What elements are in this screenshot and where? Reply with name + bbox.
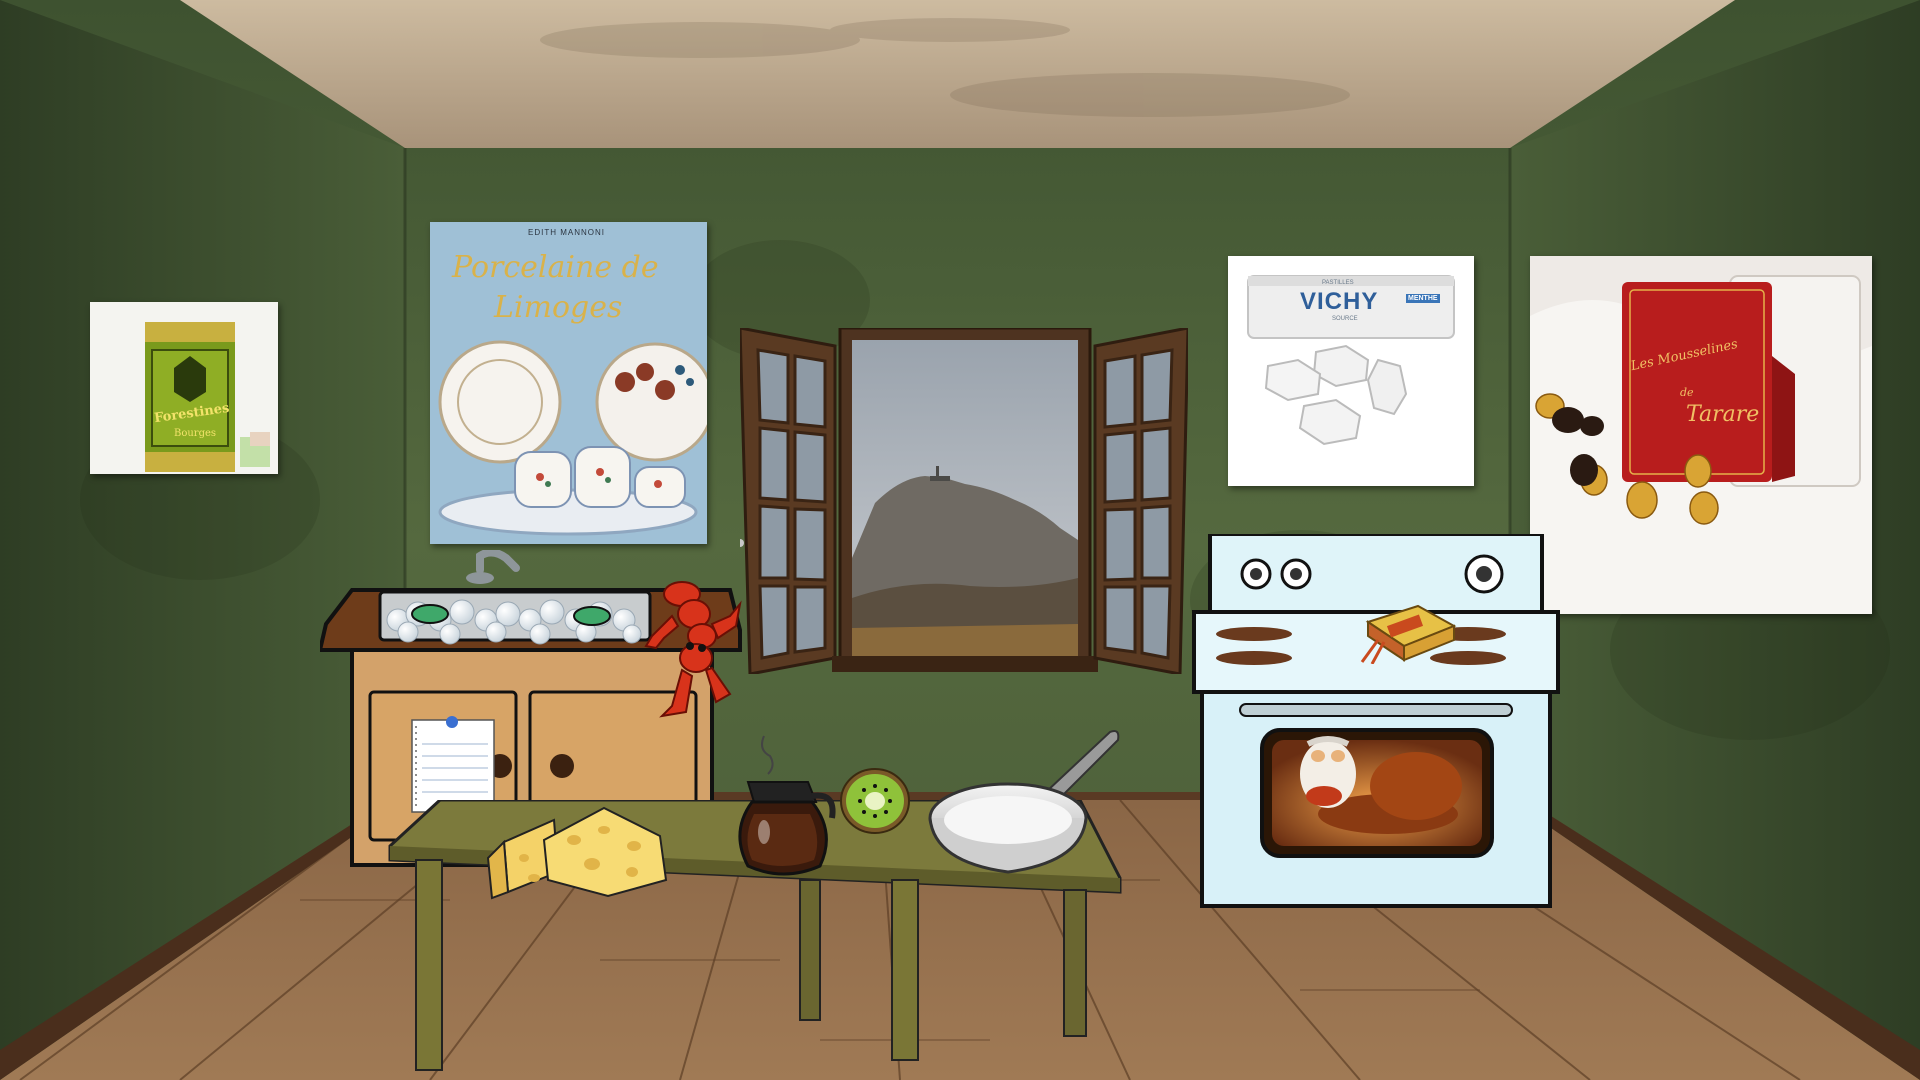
stove-oven[interactable] [1188, 532, 1564, 910]
kitchen-scene: Forestines Bourges EDITH MANNONI Porcela… [0, 0, 1920, 1080]
cheese-icon[interactable] [484, 802, 670, 902]
forestines-poster[interactable]: Forestines Bourges [90, 302, 278, 474]
pinned-note-icon [411, 716, 495, 813]
tarare-line2: de [1680, 386, 1694, 399]
vichy-source: SOURCE [1332, 316, 1358, 322]
vichy-brand: VICHY [1300, 288, 1379, 315]
oven-with-character [1192, 532, 1560, 908]
kiwi-icon[interactable] [838, 766, 912, 836]
tarare-chocolate-box-icon [1530, 256, 1872, 614]
forestines-tin-icon [145, 322, 270, 472]
crayfish-icon[interactable] [642, 576, 742, 726]
coffee-pot-icon[interactable] [724, 732, 844, 892]
window-frame [736, 326, 1190, 676]
tarare-poster[interactable]: Les Mousselines de Tarare [1530, 256, 1872, 614]
forestines-sublabel: Bourges [174, 428, 217, 439]
limoges-book-poster[interactable]: EDITH MANNONI Porcelaine de Limoges [430, 222, 707, 544]
limoges-title-line2: Limoges [494, 290, 623, 325]
vichy-pastilles: PASTILLES [1322, 280, 1354, 286]
limoges-title-line1: Porcelaine de [452, 250, 659, 285]
matchbox-icon[interactable] [1358, 602, 1458, 664]
frying-pan-icon[interactable] [924, 722, 1124, 882]
tarare-line3: Tarare [1686, 402, 1760, 427]
vichy-poster[interactable]: PASTILLES VICHY MENTHE SOURCE [1228, 256, 1474, 486]
vichy-menthe: MENTHE [1406, 294, 1440, 303]
limoges-author: EDITH MANNONI [528, 228, 605, 237]
window[interactable] [736, 326, 1190, 676]
